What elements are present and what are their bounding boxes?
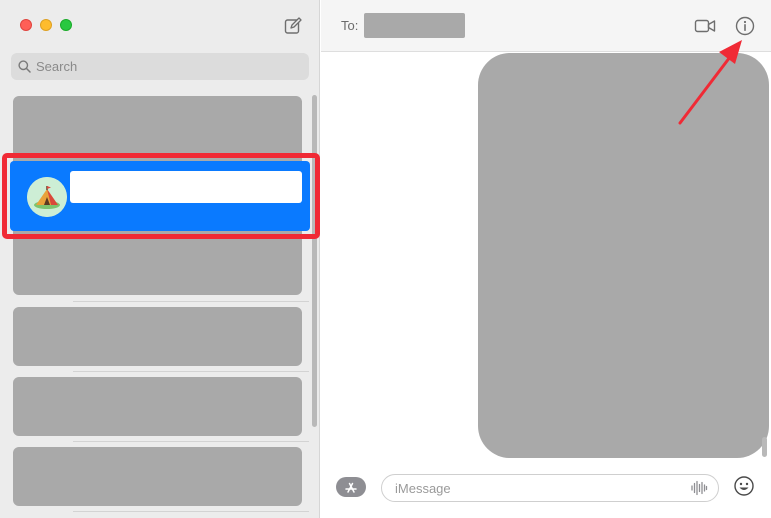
selection-highlight-outline bbox=[2, 153, 320, 239]
audio-message-button[interactable] bbox=[690, 479, 708, 497]
message-input[interactable]: iMessage bbox=[381, 474, 719, 502]
conversation-header: To: bbox=[321, 0, 771, 52]
conversation-divider bbox=[73, 511, 309, 512]
conversation-sidebar: Search bbox=[0, 0, 320, 518]
conversation-item-redacted[interactable] bbox=[13, 307, 302, 366]
window-close-button[interactable] bbox=[20, 19, 32, 31]
transcript-scrollbar[interactable] bbox=[762, 437, 767, 457]
conversation-divider bbox=[73, 371, 309, 372]
sidebar-scrollbar[interactable] bbox=[312, 95, 317, 427]
app-store-icon bbox=[345, 482, 357, 493]
search-icon bbox=[18, 60, 31, 73]
window-zoom-button[interactable] bbox=[60, 19, 72, 31]
window-minimize-button[interactable] bbox=[40, 19, 52, 31]
conversation-item-redacted[interactable] bbox=[13, 447, 302, 506]
message-input-placeholder: iMessage bbox=[395, 480, 451, 496]
search-field[interactable]: Search bbox=[11, 53, 309, 80]
emoji-button[interactable] bbox=[733, 475, 755, 497]
to-label: To: bbox=[341, 18, 359, 33]
message-bubble-redacted bbox=[478, 53, 769, 458]
compose-icon bbox=[284, 17, 302, 34]
emoji-icon bbox=[734, 476, 754, 496]
search-input[interactable]: Search bbox=[36, 59, 77, 74]
info-icon bbox=[735, 16, 755, 36]
details-info-button[interactable] bbox=[734, 15, 756, 37]
conversation-divider bbox=[73, 441, 309, 442]
conversation-item-redacted[interactable] bbox=[13, 377, 302, 436]
video-camera-icon bbox=[694, 19, 716, 33]
facetime-video-button[interactable] bbox=[694, 15, 716, 37]
apps-button[interactable] bbox=[336, 477, 366, 497]
conversation-divider bbox=[73, 301, 309, 302]
waveform-icon bbox=[691, 480, 708, 496]
recipient-redacted[interactable] bbox=[364, 13, 465, 38]
compose-button[interactable] bbox=[283, 16, 303, 36]
